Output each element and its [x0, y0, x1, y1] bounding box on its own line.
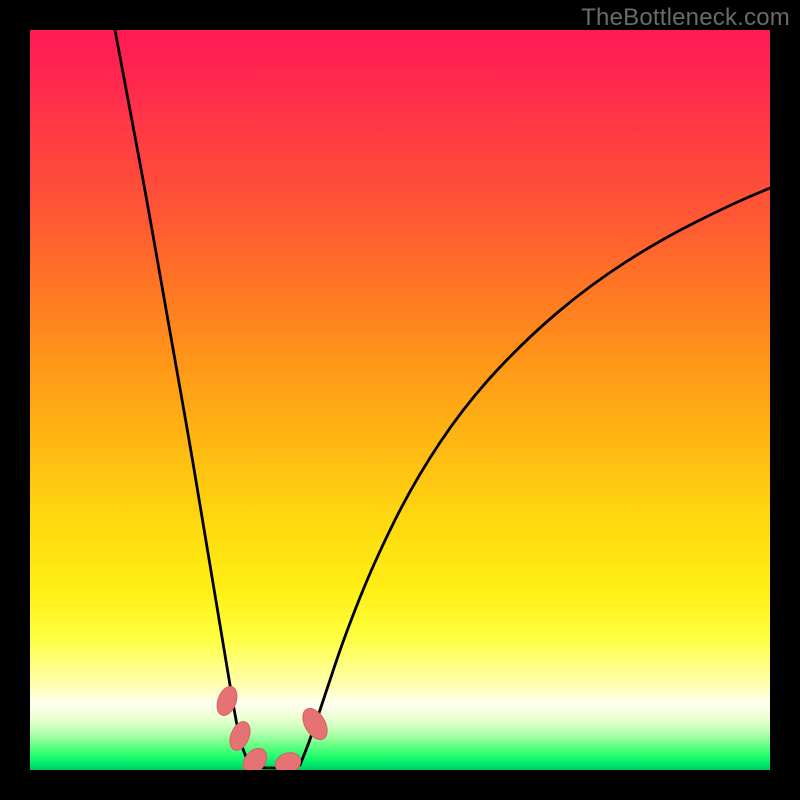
- watermark-text: TheBottleneck.com: [581, 4, 790, 32]
- curve-path: [115, 30, 770, 768]
- marker-left-upper: [213, 684, 240, 718]
- plot-area: [30, 30, 770, 770]
- marker-left-mid: [226, 719, 254, 754]
- marker-floor-right: [272, 749, 303, 770]
- valley-markers: [213, 684, 332, 770]
- bottleneck-curve: [30, 30, 770, 770]
- marker-right-slope: [298, 704, 332, 743]
